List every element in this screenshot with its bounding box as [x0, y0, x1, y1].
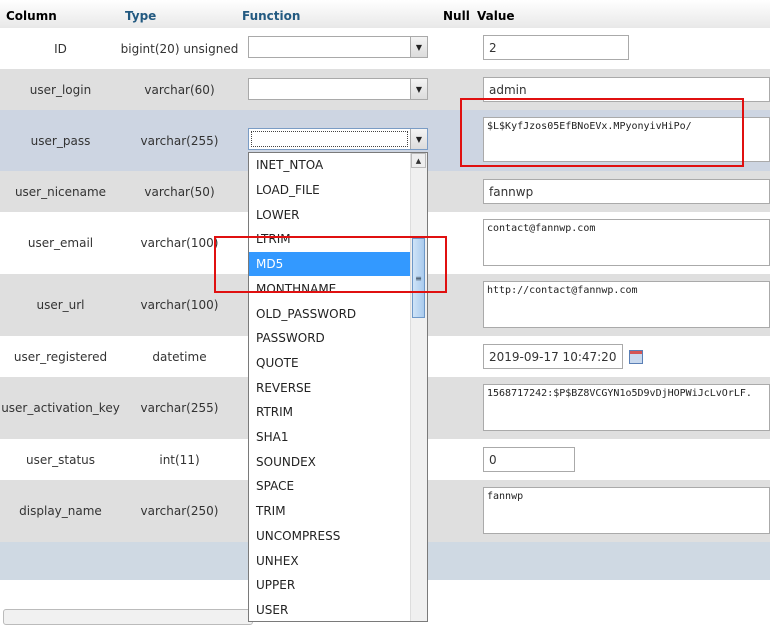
column-type: varchar(50) — [144, 184, 215, 199]
function-select[interactable]: ▼ — [248, 78, 428, 100]
value-textarea-user-url[interactable]: http://contact@fannwp.com — [483, 281, 770, 328]
chevron-down-icon: ▼ — [410, 37, 427, 57]
header-type[interactable]: Type — [125, 9, 156, 23]
header-null: Null — [443, 9, 470, 23]
dropdown-option[interactable]: LOWER — [249, 202, 412, 227]
dropdown-option[interactable]: LOAD_FILE — [249, 178, 412, 203]
dropdown-scrollbar[interactable]: ▲ ≡ — [410, 153, 427, 621]
column-name: display_name — [19, 504, 102, 518]
header-value: Value — [477, 9, 515, 23]
column-name: user_activation_key — [1, 401, 120, 415]
value-input-user-nicename[interactable]: fannwp — [483, 179, 770, 204]
column-name: user_email — [27, 236, 94, 250]
value-input-user-status[interactable]: 0 — [483, 447, 575, 472]
column-type: varchar(255) — [140, 133, 219, 148]
dropdown-option[interactable]: UNHEX — [249, 548, 412, 573]
column-name: ID — [54, 41, 67, 56]
annotation-box-md5 — [214, 236, 447, 293]
scroll-up-arrow-icon[interactable]: ▲ — [411, 153, 426, 168]
chevron-down-icon: ▼ — [410, 129, 427, 149]
function-select-open[interactable]: ▼ — [248, 128, 428, 150]
footer-button[interactable] — [3, 609, 253, 625]
dropdown-option[interactable]: UPPER — [249, 573, 412, 598]
chevron-down-icon: ▼ — [410, 79, 427, 99]
column-type: bigint(20) unsigned — [120, 41, 239, 56]
column-name: user_login — [29, 82, 92, 97]
function-dropdown-list[interactable]: INET_NTOA LOAD_FILE LOWER LTRIM MD5 MONTHNAME… — [248, 152, 428, 622]
column-name: user_pass — [30, 133, 91, 148]
column-type: varchar(60) — [144, 82, 215, 97]
column-type: varchar(255) — [140, 401, 219, 415]
dropdown-option[interactable]: TRIM — [249, 499, 412, 524]
column-name: user_nicename — [14, 184, 107, 199]
function-select[interactable]: ▼ — [248, 36, 428, 58]
dropdown-option[interactable]: SPACE — [249, 474, 412, 499]
value-input-id[interactable]: 2 — [483, 35, 629, 60]
dropdown-option[interactable]: PASSWORD — [249, 326, 412, 351]
dropdown-option[interactable]: INET_NTOA — [249, 153, 412, 178]
header-column: Column — [6, 9, 57, 23]
column-name: user_status — [25, 452, 96, 467]
column-type: int(11) — [159, 452, 200, 467]
column-name: user_registered — [13, 349, 108, 364]
dropdown-option[interactable]: SOUNDEX — [249, 449, 412, 474]
focus-ring — [251, 131, 408, 147]
column-type: datetime — [152, 349, 207, 364]
dropdown-option[interactable]: RTRIM — [249, 400, 412, 425]
column-type: varchar(250) — [140, 504, 219, 518]
value-textarea-user-activation-key[interactable]: 1568717242:$P$BZ8VCGYN1o5D9vDjHOPWiJcLvO… — [483, 384, 770, 431]
dropdown-option[interactable]: SHA1 — [249, 425, 412, 450]
dropdown-option[interactable]: REVERSE — [249, 375, 412, 400]
column-name: user_url — [36, 298, 85, 312]
value-textarea-display-name[interactable]: fannwp — [483, 487, 770, 534]
calendar-icon[interactable] — [629, 350, 643, 364]
value-textarea-user-email[interactable]: contact@fannwp.com — [483, 219, 770, 266]
dropdown-option[interactable]: UNCOMPRESS — [249, 524, 412, 549]
value-input-user-registered[interactable]: 2019-09-17 10:47:20 — [483, 344, 623, 369]
header-function[interactable]: Function — [242, 9, 300, 23]
dropdown-option[interactable]: USER — [249, 598, 412, 621]
annotation-box-password — [460, 98, 744, 167]
table-header: Column Type Function Null Value — [0, 0, 770, 29]
dropdown-option[interactable]: OLD_PASSWORD — [249, 301, 412, 326]
dropdown-option[interactable]: QUOTE — [249, 351, 412, 376]
